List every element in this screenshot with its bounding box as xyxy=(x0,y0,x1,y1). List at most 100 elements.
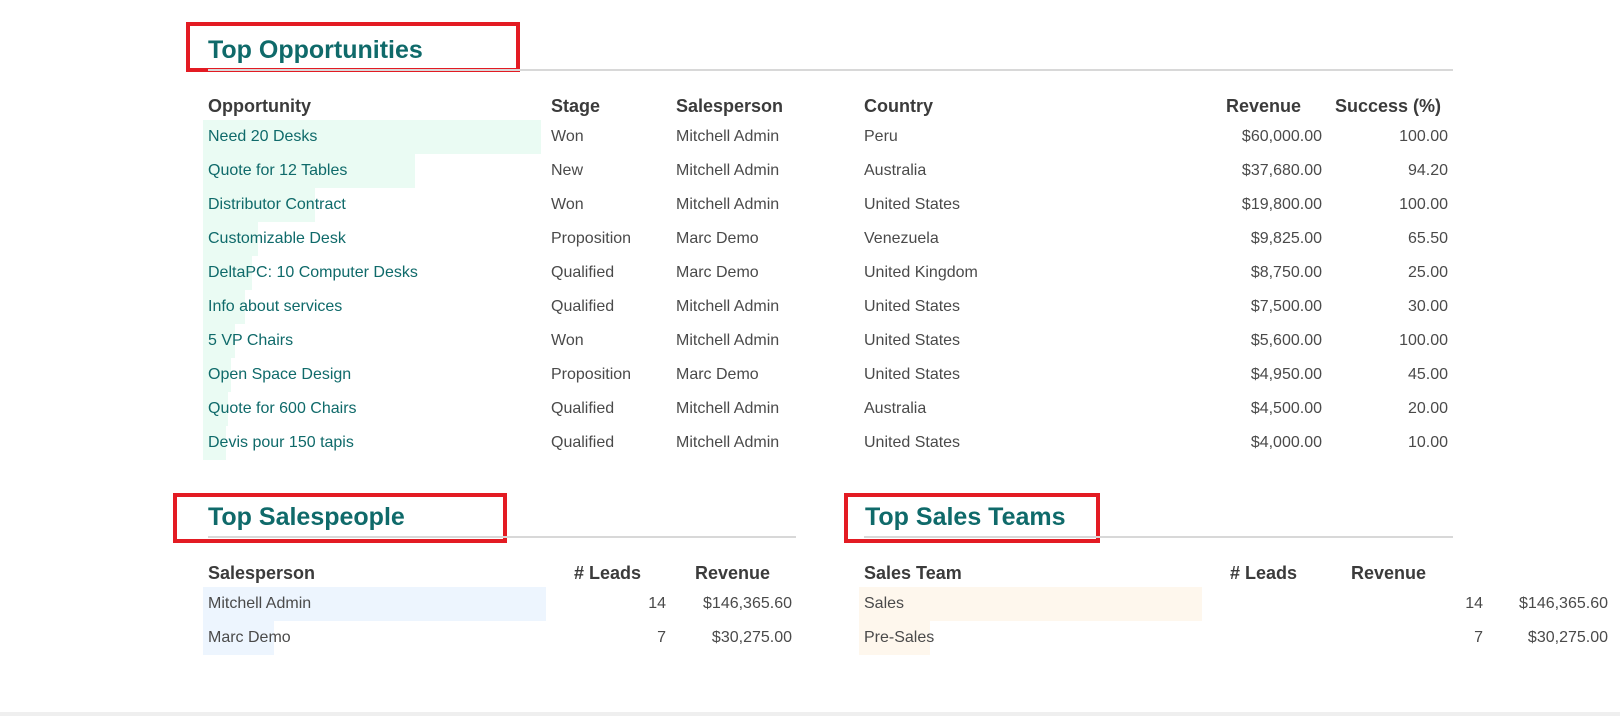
column-header-stage[interactable]: Stage xyxy=(551,96,600,117)
table-row[interactable]: Distributor Contract Won Mitchell Admin Uni… xyxy=(0,188,1620,222)
table-row[interactable]: Mitchell Admin 14 $146,365.60 xyxy=(0,587,810,621)
revenue-cell: $30,275.00 xyxy=(711,629,792,646)
country-cell: United States xyxy=(864,332,961,349)
opportunity-link[interactable]: Distributor Contract xyxy=(208,196,346,214)
table-row[interactable]: Sales 14 $146,365.60 xyxy=(810,587,1620,621)
top-sales-teams-title: Top Sales Teams xyxy=(865,503,1066,531)
leads-cell: 7 xyxy=(657,629,666,646)
column-header-salesperson[interactable]: Salesperson xyxy=(676,96,783,117)
success-cell: 30.00 xyxy=(1407,298,1448,315)
country-cell: United States xyxy=(864,366,961,383)
salesperson-cell: Mitchell Admin xyxy=(676,298,780,315)
table-row[interactable]: Customizable Desk Proposition Marc Demo Ven… xyxy=(0,222,1620,256)
stage-cell: Won xyxy=(551,196,584,213)
opportunity-link[interactable]: Need 20 Desks xyxy=(208,128,317,146)
stage-cell: Qualified xyxy=(551,400,615,417)
opportunity-link[interactable]: Info about services xyxy=(208,298,342,316)
success-cell: 25.00 xyxy=(1407,264,1448,281)
column-header-sales-team[interactable]: Sales Team xyxy=(864,563,962,584)
section-divider xyxy=(208,69,1453,71)
column-header-leads[interactable]: # Leads xyxy=(1230,563,1297,584)
top-salespeople-title: Top Salespeople xyxy=(208,503,405,531)
success-cell: 100.00 xyxy=(1399,128,1448,145)
page-bottom-border xyxy=(0,712,1620,716)
revenue-cell: $4,500.00 xyxy=(1250,400,1322,417)
leads-cell: 7 xyxy=(1474,629,1483,646)
name-cell[interactable]: Mitchell Admin xyxy=(208,595,311,613)
column-header-revenue[interactable]: Revenue xyxy=(1226,96,1301,117)
salesperson-cell: Mitchell Admin xyxy=(676,332,780,349)
column-header-success[interactable]: Success (%) xyxy=(1335,96,1441,117)
column-header-country[interactable]: Country xyxy=(864,96,933,117)
table-row[interactable]: 5 VP Chairs Won Mitchell Admin United State… xyxy=(0,324,1620,358)
revenue-cell: $146,365.60 xyxy=(1519,595,1608,612)
country-cell: Peru xyxy=(864,128,898,145)
revenue-cell: $9,825.00 xyxy=(1250,230,1322,247)
stage-cell: Qualified xyxy=(551,298,615,315)
column-header-revenue[interactable]: Revenue xyxy=(1351,563,1426,584)
column-header-opportunity[interactable]: Opportunity xyxy=(208,96,311,117)
revenue-cell: $4,000.00 xyxy=(1250,434,1322,451)
salesperson-cell: Mitchell Admin xyxy=(676,128,780,145)
revenue-cell: $60,000.00 xyxy=(1241,128,1322,145)
revenue-bar xyxy=(859,587,1202,621)
stage-cell: New xyxy=(551,162,584,179)
country-cell: Australia xyxy=(864,162,927,179)
success-cell: 20.00 xyxy=(1407,400,1448,417)
success-cell: 45.00 xyxy=(1407,366,1448,383)
salesperson-cell: Marc Demo xyxy=(676,366,759,383)
name-cell[interactable]: Sales xyxy=(864,595,904,613)
table-row[interactable]: Info about services Qualified Mitchell Adm… xyxy=(0,290,1620,324)
salesperson-cell: Mitchell Admin xyxy=(676,400,780,417)
revenue-cell: $19,800.00 xyxy=(1241,196,1322,213)
revenue-cell: $4,950.00 xyxy=(1250,366,1322,383)
table-row[interactable]: Devis pour 150 tapis Qualified Mitchell Ad… xyxy=(0,426,1620,460)
name-cell[interactable]: Pre-Sales xyxy=(864,629,934,647)
table-row[interactable]: Need 20 Desks Won Mitchell Admin Peru $60,00… xyxy=(0,120,1620,154)
salesperson-cell: Mitchell Admin xyxy=(676,434,780,451)
revenue-cell: $7,500.00 xyxy=(1250,298,1322,315)
name-cell[interactable]: Marc Demo xyxy=(208,629,291,647)
country-cell: Venezuela xyxy=(864,230,939,247)
revenue-cell: $30,275.00 xyxy=(1527,629,1608,646)
stage-cell: Proposition xyxy=(551,230,632,247)
section-divider xyxy=(208,536,796,538)
success-cell: 10.00 xyxy=(1407,434,1448,451)
table-row[interactable]: Quote for 12 Tables New Mitchell Admin Aust… xyxy=(0,154,1620,188)
opportunity-link[interactable]: DeltaPC: 10 Computer Desks xyxy=(208,264,418,282)
opportunity-link[interactable]: Open Space Design xyxy=(208,366,351,384)
column-header-revenue[interactable]: Revenue xyxy=(695,563,770,584)
country-cell: United States xyxy=(864,196,961,213)
table-row[interactable]: Quote for 600 Chairs Qualified Mitchell Ad… xyxy=(0,392,1620,426)
country-cell: United States xyxy=(864,298,961,315)
table-row[interactable]: DeltaPC: 10 Computer Desks Qualified Marc … xyxy=(0,256,1620,290)
column-header-salesperson[interactable]: Salesperson xyxy=(208,563,315,584)
salesperson-cell: Marc Demo xyxy=(676,230,759,247)
success-cell: 100.00 xyxy=(1399,196,1448,213)
country-cell: Australia xyxy=(864,400,927,417)
column-header-leads[interactable]: # Leads xyxy=(574,563,641,584)
table-row[interactable]: Open Space Design Proposition Marc Demo Uni… xyxy=(0,358,1620,392)
opportunity-link[interactable]: Quote for 12 Tables xyxy=(208,162,347,180)
top-opportunities-title: Top Opportunities xyxy=(208,36,423,64)
table-row[interactable]: Pre-Sales 7 $30,275.00 xyxy=(810,621,1620,655)
opportunity-link[interactable]: 5 VP Chairs xyxy=(208,332,293,350)
success-cell: 100.00 xyxy=(1399,332,1448,349)
top-salespeople-section: Top Salespeople Salesperson # Leads Reve… xyxy=(0,460,810,660)
table-row[interactable]: Marc Demo 7 $30,275.00 xyxy=(0,621,810,655)
opportunity-link[interactable]: Devis pour 150 tapis xyxy=(208,434,354,452)
success-cell: 65.50 xyxy=(1407,230,1448,247)
revenue-cell: $8,750.00 xyxy=(1250,264,1322,281)
stage-cell: Won xyxy=(551,128,584,145)
opportunity-link[interactable]: Customizable Desk xyxy=(208,230,346,248)
revenue-cell: $37,680.00 xyxy=(1241,162,1322,179)
stage-cell: Proposition xyxy=(551,366,632,383)
opportunity-link[interactable]: Quote for 600 Chairs xyxy=(208,400,357,418)
salesperson-cell: Mitchell Admin xyxy=(676,162,780,179)
leads-cell: 14 xyxy=(648,595,666,612)
stage-cell: Won xyxy=(551,332,584,349)
success-cell: 94.20 xyxy=(1407,162,1448,179)
section-divider xyxy=(864,536,1453,538)
country-cell: United Kingdom xyxy=(864,264,978,281)
top-sales-teams-section: Top Sales Teams Sales Team # Leads Reven… xyxy=(810,460,1620,660)
